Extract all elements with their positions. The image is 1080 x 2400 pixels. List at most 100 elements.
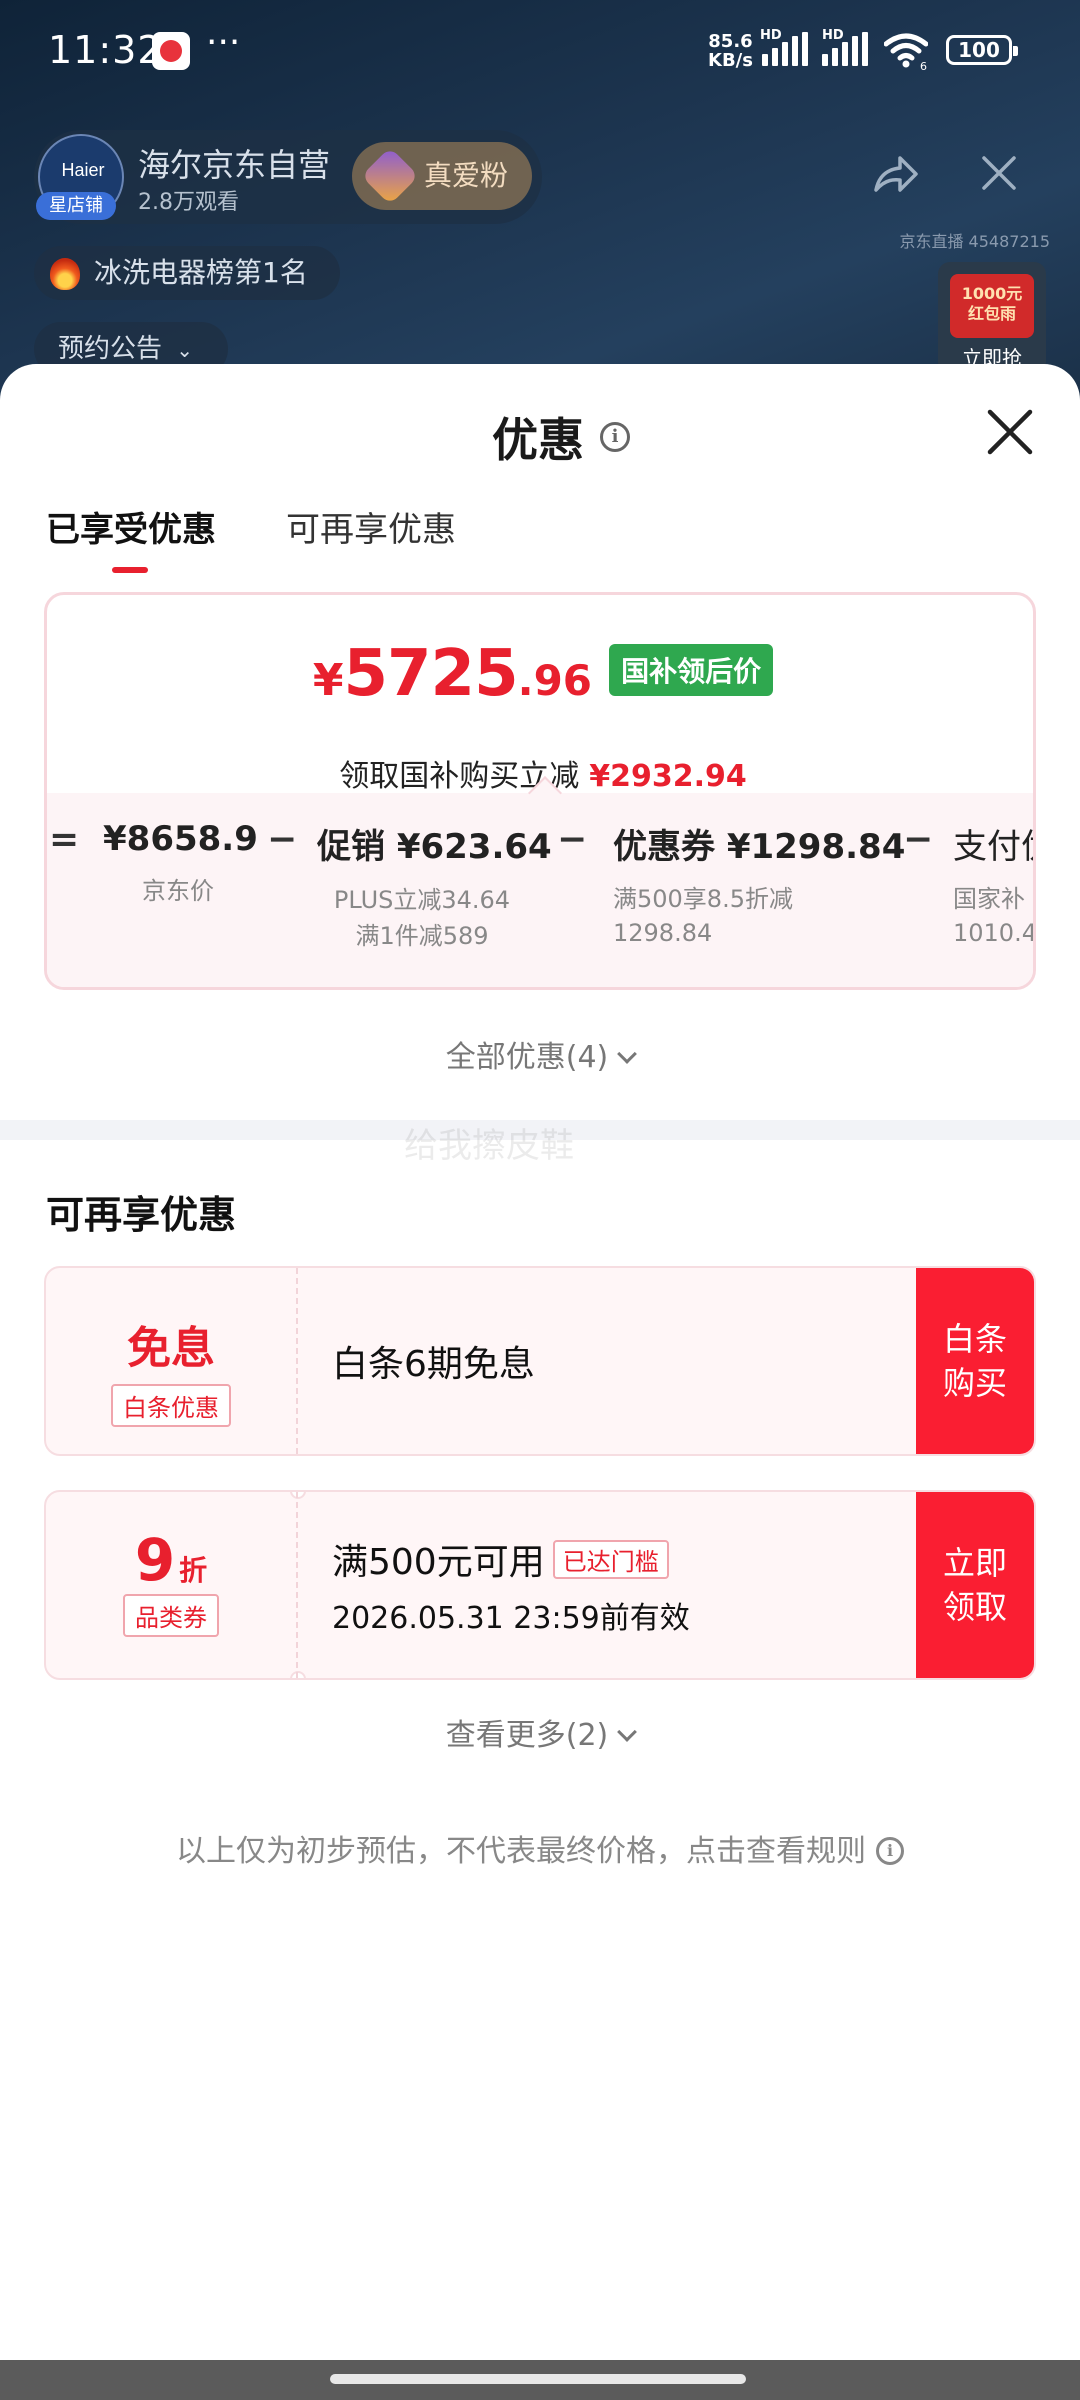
price-disclaimer[interactable]: 以上仅为初步预估，不代表最终价格，点击查看规则 <box>0 1826 1080 1870</box>
coupon-type-chip: 品类券 <box>123 1594 219 1637</box>
final-price: ¥ 5725 .96 国补领后价 <box>47 637 1033 711</box>
rank-label: 冰洗电器榜第1名 <box>94 256 308 289</box>
flame-icon <box>50 258 80 290</box>
red-packet-widget[interactable]: 1000元 红包雨 立即抢 <box>938 262 1046 374</box>
red-packet-amount: 1000元 <box>961 284 1023 303</box>
coupon-description: 白条6期免息 <box>332 1344 535 1385</box>
breakdown-label-line: 满500享8.5折减 <box>613 885 793 913</box>
fan-club-button[interactable]: 真爱粉 <box>352 142 532 210</box>
rank-badge[interactable]: 冰洗电器榜第1名 <box>34 246 340 300</box>
breakdown-label-line: 满1件减589 <box>355 922 489 950</box>
fan-badge-icon <box>361 147 419 205</box>
breakdown-amount: 支付优 <box>953 827 1033 867</box>
sheet-header: 优惠 <box>492 404 630 470</box>
breakdown-item: 促销 ¥623.64 PLUS立减34.64 满1件减589 <box>317 819 552 954</box>
price-currency: ¥ <box>312 655 344 706</box>
coupon-discount-unit: 折 <box>179 1554 208 1587</box>
wifi-icon: 6 <box>884 33 928 70</box>
chevron-down-icon: ⌄ <box>176 338 194 362</box>
live-room-id: 京东直播 45487215 <box>899 232 1050 251</box>
coupon-details: 满500元可用 已达门槛 2026.05.31 23:59前有效 <box>332 1492 690 1678</box>
subsidy-price-tag: 国补领后价 <box>609 644 774 696</box>
more-notifications-icon: ··· <box>206 22 241 63</box>
subsidy-savings-amount: ¥2932.94 <box>589 759 747 794</box>
coupon-card: 9折 品类券 满500元可用 已达门槛 2026.05.31 23:59前有效 立… <box>44 1490 1036 1680</box>
coupon-value: 9折 品类券 <box>46 1492 298 1678</box>
red-packet-title: 红包雨 <box>967 304 1016 323</box>
breakdown-operator: − <box>557 819 588 860</box>
network-speed: 85.6 KB/s <box>708 32 753 70</box>
sheet-title: 优惠 <box>492 413 584 467</box>
claim-coupon-button[interactable]: 立即领取 <box>916 1492 1034 1678</box>
offer-tabs: 已享受优惠 可再享优惠 <box>46 502 456 573</box>
network-speed-value: 85.6 <box>708 31 753 52</box>
app-notification-icon <box>152 32 190 70</box>
breakdown-operator: − <box>267 819 298 860</box>
notice-label: 预约公告 <box>58 334 163 364</box>
battery-icon: 100 <box>946 35 1018 65</box>
coupon-card: 免息 白条优惠 白条6期免息 白条购买 <box>44 1266 1036 1456</box>
wifi-label: 6 <box>920 60 927 70</box>
host-store-badge: 星店铺 <box>36 192 116 220</box>
coupon-value: 免息 白条优惠 <box>46 1268 298 1454</box>
status-bar: 11:32 ··· 85.6 KB/s HD HD 6 100 <box>0 0 1080 100</box>
baitiao-buy-button[interactable]: 白条购买 <box>916 1268 1034 1454</box>
breakdown-amount: ¥8658.9 <box>103 819 258 859</box>
breakdown-item: ¥8658.9 京东价 <box>103 819 258 909</box>
threshold-met-badge: 已达门槛 <box>552 1540 669 1579</box>
chevron-down-icon <box>617 1722 638 1742</box>
price-decimal: .96 <box>517 656 593 705</box>
network-speed-unit: KB/s <box>708 50 753 71</box>
host-info[interactable]: Haier 星店铺 海尔京东自营 2.8万观看 真爱粉 <box>34 130 542 224</box>
breakdown-label-line: PLUS立减34.64 <box>333 886 511 914</box>
final-price-value: ¥ 5725 .96 <box>313 637 592 711</box>
watermark: 给我擦皮鞋 <box>404 1126 574 1166</box>
coupon-value-main: 免息 <box>127 1323 215 1374</box>
breakdown-label-line: 1010.46 <box>953 919 1036 947</box>
see-more-toggle[interactable]: 查看更多(2) <box>0 1710 1080 1754</box>
red-packet-icon: 1000元 红包雨 <box>950 274 1034 338</box>
offers-sheet: 优惠 已享受优惠 可再享优惠 ¥ 5725 .96 国补领后价 领取国补购买立减… <box>0 364 1080 2360</box>
info-icon[interactable] <box>600 422 630 452</box>
breakdown-label-line: 1298.84 <box>613 919 713 947</box>
info-icon <box>876 1837 904 1865</box>
status-time: 11:32 <box>48 28 163 72</box>
tab-enjoyed-offers[interactable]: 已享受优惠 <box>46 502 216 573</box>
coupon-value-main: 9折 <box>46 1526 296 1594</box>
breakdown-operator: = <box>49 819 80 860</box>
coupon-type-chip: 白条优惠 <box>111 1384 231 1427</box>
breakdown-label-line: 国家补 <box>953 885 1025 913</box>
fan-club-label: 真爱粉 <box>424 159 509 192</box>
host-name: 海尔京东自营 <box>138 146 331 184</box>
share-icon[interactable] <box>870 150 920 200</box>
breakdown-item: 支付优 国家补 1010.46 <box>953 819 1036 950</box>
breakdown-item: 优惠券 ¥1298.84 满500享8.5折减 1298.84 <box>613 819 905 950</box>
breakdown-label: 满500享8.5折减 1298.84 <box>613 882 905 950</box>
chevron-down-icon <box>617 1044 638 1064</box>
close-live-icon[interactable] <box>976 150 1022 196</box>
breakdown-amount: 优惠券 ¥1298.84 <box>613 827 906 867</box>
signal-icon-1 <box>762 32 808 66</box>
price-integer: 5725 <box>343 637 518 711</box>
coupon-expiry: 2026.05.31 23:59前有效 <box>332 1601 690 1636</box>
coupon-condition-text: 满500元可用 <box>332 1542 545 1583</box>
section-title: 可再享优惠 <box>46 1193 237 1237</box>
price-breakdown: = ¥8658.9 京东价 − 促销 ¥623.64 PLUS立减34.64 满… <box>47 776 1036 987</box>
viewer-count: 2.8万观看 <box>138 190 239 215</box>
see-more-label: 查看更多(2) <box>445 1718 609 1753</box>
tab-more-offers[interactable]: 可再享优惠 <box>286 502 456 573</box>
all-offers-label: 全部优惠(4) <box>445 1040 609 1075</box>
breakdown-label: PLUS立减34.64 满1件减589 <box>317 882 527 954</box>
coupon-condition: 满500元可用 已达门槛 <box>332 1533 690 1585</box>
host-avatar-brand: Haier <box>61 160 105 180</box>
close-icon[interactable] <box>984 406 1036 458</box>
home-gesture-handle[interactable] <box>330 2374 746 2384</box>
signal-icon-2 <box>822 32 868 66</box>
all-offers-toggle[interactable]: 全部优惠(4) <box>0 1032 1080 1076</box>
breakdown-label: 国家补 1010.46 <box>953 882 1036 950</box>
breakdown-amount: 促销 ¥623.64 <box>317 827 552 867</box>
breakdown-label: 京东价 <box>142 877 214 905</box>
coupon-discount: 9 <box>134 1526 176 1594</box>
price-summary-card: ¥ 5725 .96 国补领后价 领取国补购买立减 ¥2932.94 = ¥865… <box>44 592 1036 990</box>
breakdown-operator: − <box>903 819 934 860</box>
